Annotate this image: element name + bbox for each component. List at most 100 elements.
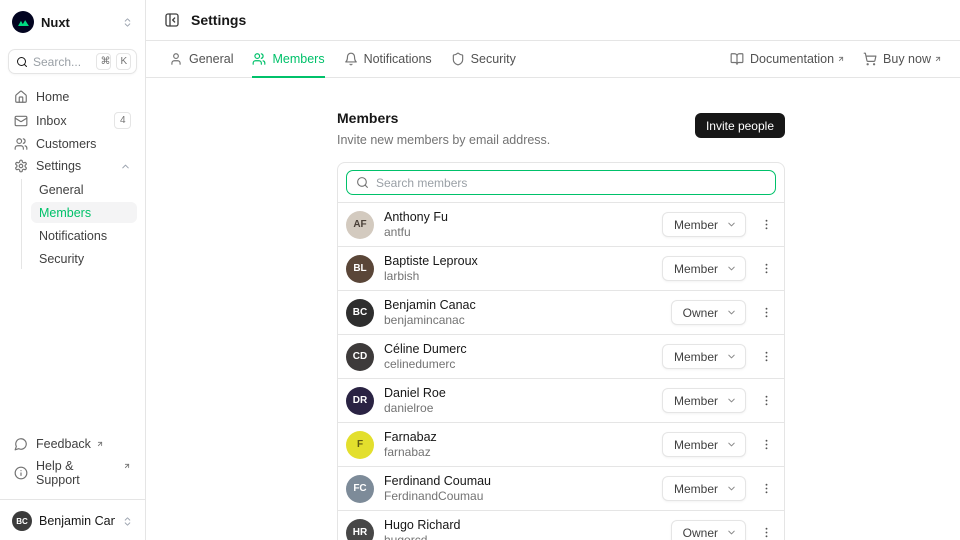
- sidebar-item-label: Inbox: [36, 114, 67, 128]
- chevron-down-icon: [726, 439, 737, 450]
- role-select[interactable]: Member: [662, 256, 746, 281]
- user-menu[interactable]: BC Benjamin Canac: [8, 508, 137, 534]
- member-identity: Daniel Roe danielroe: [384, 385, 446, 417]
- member-row: HR Hugo Richard hugorcd Owner: [338, 510, 784, 540]
- tab-label: Members: [272, 52, 324, 66]
- chevron-down-icon: [726, 263, 737, 274]
- sidebar-item-security[interactable]: Security: [31, 248, 137, 269]
- documentation-link[interactable]: Documentation: [730, 52, 845, 66]
- members-search[interactable]: [346, 170, 776, 195]
- member-identity: Ferdinand Coumau FerdinandCoumau: [384, 473, 491, 505]
- global-search[interactable]: ⌘ K: [8, 49, 137, 74]
- tab-members[interactable]: Members: [252, 41, 324, 78]
- search-icon: [16, 56, 28, 68]
- row-menu-button[interactable]: [757, 434, 776, 455]
- role-select[interactable]: Owner: [671, 520, 746, 540]
- member-identity: Céline Dumerc celinedumerc: [384, 341, 467, 373]
- buy-now-link[interactable]: Buy now: [863, 52, 942, 66]
- feedback-link[interactable]: Feedback: [8, 434, 137, 454]
- avatar: BL: [346, 255, 374, 283]
- row-menu-button[interactable]: [757, 214, 776, 235]
- role-select[interactable]: Owner: [671, 300, 746, 325]
- sidebar-item-settings[interactable]: Settings: [8, 156, 137, 176]
- section-description: Invite new members by email address.: [337, 133, 550, 147]
- member-name: Baptiste Leproux: [384, 253, 478, 269]
- role-value: Owner: [683, 306, 718, 320]
- sidebar-item-members[interactable]: Members: [31, 202, 137, 223]
- sidebar-footer: Feedback Help & Support BC Benjamin Cana…: [8, 434, 137, 534]
- chevron-down-icon: [726, 351, 737, 362]
- kbd-meta: ⌘: [96, 53, 111, 70]
- sidebar-item-label: Customers: [36, 137, 96, 151]
- bell-icon: [344, 52, 358, 66]
- row-menu-button[interactable]: [757, 302, 776, 323]
- global-search-input[interactable]: [33, 55, 91, 69]
- sidebar-item-label: Settings: [36, 159, 81, 173]
- divider: [0, 499, 145, 500]
- shopping-cart-icon: [863, 52, 877, 66]
- section-title: Members: [337, 110, 550, 126]
- row-menu-button[interactable]: [757, 346, 776, 367]
- tab-security[interactable]: Security: [451, 41, 516, 78]
- row-menu-button[interactable]: [757, 522, 776, 540]
- invite-people-button[interactable]: Invite people: [695, 113, 785, 138]
- members-card: AF Anthony Fu antfu Member: [337, 162, 785, 540]
- chevrons-up-down-icon: [122, 516, 133, 527]
- team-name: Nuxt: [41, 15, 115, 30]
- role-select[interactable]: Member: [662, 432, 746, 457]
- avatar: HR: [346, 519, 374, 540]
- help-support-link[interactable]: Help & Support: [8, 456, 137, 490]
- members-list: AF Anthony Fu antfu Member: [338, 202, 784, 540]
- member-identity: Baptiste Leproux larbish: [384, 253, 478, 285]
- tabbar-links: Documentation Buy now: [730, 52, 942, 66]
- member-username: FerdinandCoumau: [384, 489, 491, 505]
- collapse-sidebar-button[interactable]: [162, 10, 182, 30]
- team-selector[interactable]: Nuxt: [8, 8, 137, 36]
- member-row: BC Benjamin Canac benjamincanac Owner: [338, 290, 784, 334]
- row-menu-button[interactable]: [757, 258, 776, 279]
- message-circle-icon: [14, 437, 28, 451]
- avatar: BC: [12, 511, 32, 531]
- role-value: Member: [674, 394, 718, 408]
- row-menu-button[interactable]: [757, 390, 776, 411]
- tab-general[interactable]: General: [169, 41, 233, 78]
- role-select[interactable]: Member: [662, 212, 746, 237]
- member-identity: Hugo Richard hugorcd: [384, 517, 460, 540]
- book-open-icon: [730, 52, 744, 66]
- avatar: DR: [346, 387, 374, 415]
- tab-label: General: [189, 52, 233, 66]
- shield-icon: [451, 52, 465, 66]
- tab-label: Notifications: [364, 52, 432, 66]
- member-identity: Benjamin Canac benjamincanac: [384, 297, 476, 329]
- user-icon: [169, 52, 183, 66]
- inbox-icon: [14, 114, 28, 128]
- chevron-down-icon: [726, 527, 737, 538]
- member-row: BL Baptiste Leproux larbish Member: [338, 246, 784, 290]
- member-username: danielroe: [384, 401, 446, 417]
- sidebar-item-inbox[interactable]: Inbox 4: [8, 109, 137, 132]
- topbar: Settings: [146, 0, 960, 41]
- members-search-input[interactable]: [376, 176, 766, 190]
- role-value: Owner: [683, 526, 718, 540]
- users-icon: [14, 137, 28, 151]
- tabbar: General Members Notifications Security: [146, 41, 960, 78]
- member-identity: Anthony Fu antfu: [384, 209, 448, 241]
- role-select[interactable]: Member: [662, 388, 746, 413]
- main-panel: Settings General Members Notifications S…: [146, 0, 960, 540]
- sidebar-item-customers[interactable]: Customers: [8, 134, 137, 154]
- sidebar-item-general[interactable]: General: [31, 179, 137, 200]
- member-row: FC Ferdinand Coumau FerdinandCoumau Memb…: [338, 466, 784, 510]
- role-select[interactable]: Member: [662, 344, 746, 369]
- arrow-up-right-icon: [837, 55, 845, 63]
- row-menu-button[interactable]: [757, 478, 776, 499]
- sidebar-item-notifications[interactable]: Notifications: [31, 225, 137, 246]
- member-username: hugorcd: [384, 533, 460, 540]
- sidebar-nav: Home Inbox 4 Customers Settings Genera: [8, 87, 137, 434]
- role-select[interactable]: Member: [662, 476, 746, 501]
- search-icon: [356, 176, 369, 189]
- sidebar-item-home[interactable]: Home: [8, 87, 137, 107]
- member-name: Hugo Richard: [384, 517, 460, 533]
- info-icon: [14, 466, 28, 480]
- avatar: CD: [346, 343, 374, 371]
- tab-notifications[interactable]: Notifications: [344, 41, 432, 78]
